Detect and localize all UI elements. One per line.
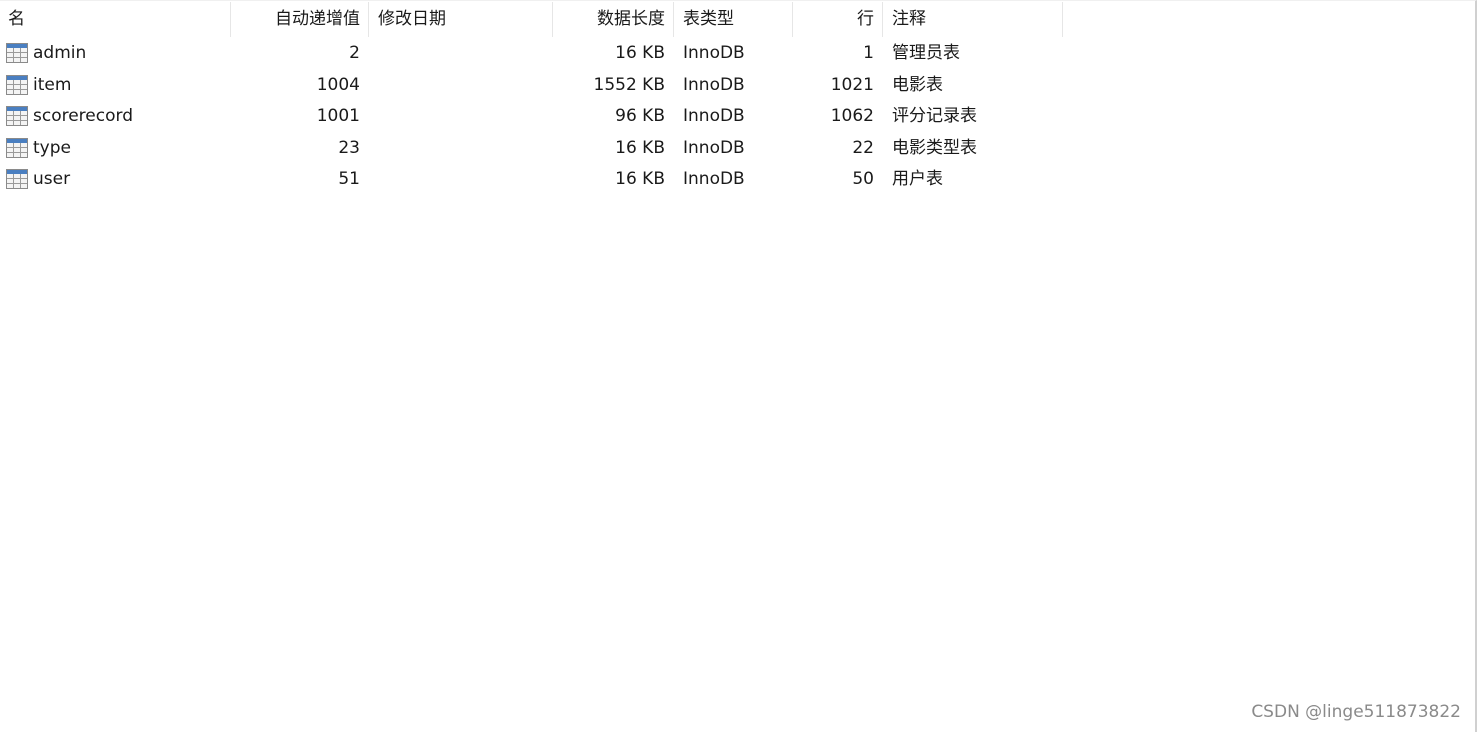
column-header-modified-date[interactable]: 修改日期 bbox=[369, 1, 552, 37]
comment-value: 电影表 bbox=[892, 74, 943, 95]
table-row[interactable]: item 1004 1552 KB InnoDB 1021 电影表 bbox=[0, 70, 1062, 102]
table-icon bbox=[6, 74, 28, 95]
watermark: CSDN @linge511873822 bbox=[1251, 702, 1461, 722]
modified-date-value bbox=[369, 38, 552, 70]
comment-value: 评分记录表 bbox=[892, 106, 977, 127]
comment-value: 电影类型表 bbox=[892, 137, 977, 158]
engine-value: InnoDB bbox=[683, 137, 745, 158]
auto-increment-value: 1004 bbox=[316, 74, 360, 95]
modified-date-value bbox=[369, 101, 552, 133]
auto-increment-value: 2 bbox=[349, 43, 360, 63]
table-name: scorerecord bbox=[33, 106, 133, 127]
table-name: item bbox=[33, 74, 72, 95]
modified-date-value bbox=[369, 70, 552, 102]
comment-value: 管理员表 bbox=[892, 43, 960, 63]
engine-value: InnoDB bbox=[683, 43, 745, 63]
column-header-data-length[interactable]: 数据长度 bbox=[553, 1, 673, 37]
engine-value: InnoDB bbox=[683, 106, 745, 127]
table-row[interactable]: scorerecord 1001 96 KB InnoDB 1062 评分记录表 bbox=[0, 101, 1062, 133]
engine-value: InnoDB bbox=[683, 169, 745, 190]
rows-value: 1062 bbox=[830, 106, 874, 127]
data-length-value: 16 KB bbox=[615, 137, 665, 158]
modified-date-value bbox=[369, 164, 552, 196]
data-length-value: 1552 KB bbox=[593, 74, 665, 95]
table-name: admin bbox=[33, 43, 87, 63]
data-length-value: 16 KB bbox=[615, 43, 665, 63]
table-icon bbox=[6, 43, 28, 63]
rows-value: 1 bbox=[863, 43, 874, 63]
table-name: user bbox=[33, 169, 71, 190]
auto-increment-value: 23 bbox=[338, 137, 360, 158]
table-list-view: 名 自动递增值 修改日期 数据长度 表类型 行 注释 admin 2 16 KB… bbox=[0, 0, 1477, 732]
engine-value: InnoDB bbox=[683, 74, 745, 95]
column-header-engine[interactable]: 表类型 bbox=[674, 1, 792, 37]
table-row[interactable]: admin 2 16 KB InnoDB 1 管理员表 bbox=[0, 38, 1062, 70]
rows-value: 1021 bbox=[830, 74, 874, 95]
column-header-rows[interactable]: 行 bbox=[793, 1, 882, 37]
table-name: type bbox=[33, 137, 71, 158]
table-icon bbox=[6, 137, 28, 158]
comment-value: 用户表 bbox=[892, 169, 943, 190]
auto-increment-value: 1001 bbox=[316, 106, 360, 127]
column-header-auto-increment[interactable]: 自动递增值 bbox=[231, 1, 368, 37]
rows-value: 22 bbox=[852, 137, 874, 158]
table-icon bbox=[6, 106, 28, 127]
column-header-row: 名 自动递增值 修改日期 数据长度 表类型 行 注释 bbox=[0, 1, 1063, 37]
rows-value: 50 bbox=[852, 169, 874, 190]
column-resize-handle[interactable] bbox=[1062, 2, 1063, 37]
column-header-name[interactable]: 名 bbox=[0, 1, 230, 37]
table-icon bbox=[6, 169, 28, 190]
table-row[interactable]: user 51 16 KB InnoDB 50 用户表 bbox=[0, 164, 1062, 196]
data-length-value: 96 KB bbox=[615, 106, 665, 127]
data-length-value: 16 KB bbox=[615, 169, 665, 190]
auto-increment-value: 51 bbox=[338, 169, 360, 190]
table-row[interactable]: type 23 16 KB InnoDB 22 电影类型表 bbox=[0, 133, 1062, 165]
table-rows: admin 2 16 KB InnoDB 1 管理员表 item 1004 15… bbox=[0, 38, 1062, 196]
column-header-comment[interactable]: 注释 bbox=[883, 1, 1062, 37]
modified-date-value bbox=[369, 133, 552, 165]
